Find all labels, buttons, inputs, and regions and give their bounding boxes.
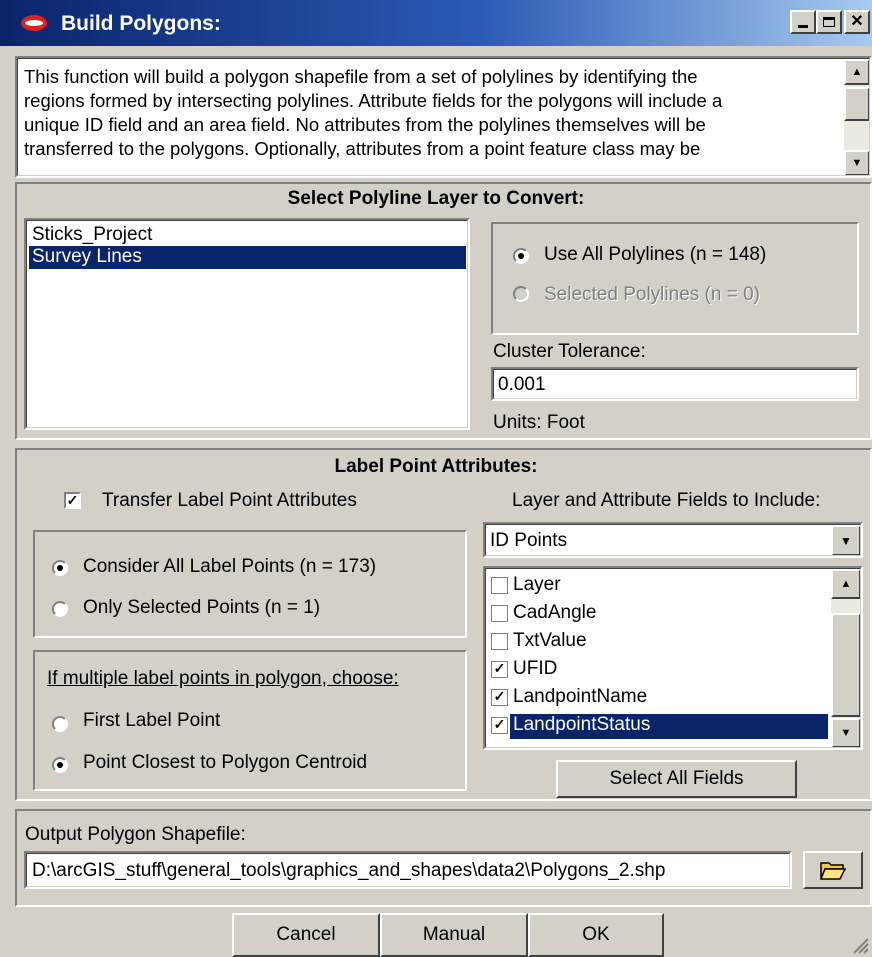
polyline-heading: Select Polyline Layer to Convert: bbox=[287, 188, 585, 209]
consider-all-label: Consider All Label Points (n = 173) bbox=[83, 556, 377, 577]
first-point-label: First Label Point bbox=[83, 710, 221, 731]
layer-list[interactable]: Sticks_Project Survey Lines bbox=[24, 218, 470, 430]
first-point-radio[interactable] bbox=[52, 716, 68, 732]
description-line: transferred to the polygons. Optionally,… bbox=[24, 138, 701, 159]
selected-polylines-radio bbox=[513, 286, 529, 302]
layer-select[interactable]: ID Points ▼ bbox=[483, 522, 863, 558]
fields-heading: Layer and Attribute Fields to Include: bbox=[512, 490, 821, 511]
close-button[interactable]: ✕ bbox=[844, 10, 870, 34]
field-label: Layer bbox=[513, 574, 561, 595]
tolerance-input[interactable]: 0.001 bbox=[491, 367, 859, 401]
field-label: LandpointName bbox=[513, 686, 648, 707]
maximize-button[interactable] bbox=[816, 10, 842, 34]
field-list[interactable]: Layer CadAngle TxtValue ✓ UFID ✓ Landpoi… bbox=[483, 566, 863, 750]
only-selected-radio[interactable] bbox=[52, 601, 68, 617]
selected-polylines-label: Selected Polylines (n = 0) bbox=[544, 284, 760, 305]
scroll-thumb[interactable] bbox=[831, 613, 860, 717]
minimize-icon bbox=[798, 24, 808, 28]
field-label: CadAngle bbox=[513, 602, 597, 623]
use-all-polylines-radio[interactable] bbox=[513, 248, 529, 264]
field-checkbox[interactable]: ✓ bbox=[491, 661, 508, 678]
output-path-value: D:\arcGIS_stuff\general_tools\graphics_a… bbox=[32, 860, 666, 881]
field-label: TxtValue bbox=[513, 630, 587, 651]
consider-all-radio[interactable] bbox=[52, 560, 68, 576]
layer-item-survey-lines[interactable]: Survey Lines bbox=[29, 246, 466, 269]
closest-point-radio[interactable] bbox=[52, 757, 68, 773]
label-point-heading: Label Point Attributes: bbox=[334, 456, 538, 477]
field-checkbox[interactable] bbox=[491, 605, 508, 622]
close-icon: ✕ bbox=[850, 13, 864, 30]
select-all-fields-button[interactable]: Select All Fields bbox=[556, 760, 797, 798]
units-label: Units: Foot bbox=[493, 412, 585, 433]
field-checkbox[interactable]: ✓ bbox=[491, 717, 508, 734]
layer-item-sticks-project[interactable]: Sticks_Project bbox=[32, 224, 152, 246]
output-label: Output Polygon Shapefile: bbox=[25, 824, 246, 845]
title-bar[interactable]: Build Polygons: ✕ bbox=[0, 0, 872, 46]
resize-grip-icon[interactable] bbox=[850, 935, 870, 955]
output-path-input[interactable]: D:\arcGIS_stuff\general_tools\graphics_a… bbox=[24, 851, 792, 889]
description-text: This function will build a polygon shape… bbox=[24, 65, 722, 161]
description-box[interactable]: This function will build a polygon shape… bbox=[15, 56, 872, 178]
field-label: UFID bbox=[513, 658, 558, 679]
app-icon bbox=[21, 15, 47, 31]
only-selected-label: Only Selected Points (n = 1) bbox=[83, 597, 321, 618]
cancel-button[interactable]: Cancel bbox=[232, 913, 380, 957]
transfer-attributes-checkbox[interactable]: ✓ bbox=[64, 492, 81, 509]
window-title: Build Polygons: bbox=[61, 12, 221, 35]
scroll-thumb[interactable] bbox=[844, 87, 869, 121]
ok-button[interactable]: OK bbox=[528, 913, 664, 957]
manual-button[interactable]: Manual bbox=[380, 913, 528, 957]
scroll-down-arrow[interactable]: ▼ bbox=[844, 150, 869, 175]
scroll-up-arrow[interactable]: ▲ bbox=[844, 59, 869, 85]
closest-point-label: Point Closest to Polygon Centroid bbox=[83, 752, 368, 773]
description-line: This function will build a polygon shape… bbox=[24, 66, 698, 87]
minimize-button[interactable] bbox=[790, 10, 816, 34]
field-checkbox[interactable] bbox=[491, 633, 508, 650]
scroll-down-arrow[interactable]: ▼ bbox=[831, 718, 860, 747]
use-all-polylines-label: Use All Polylines (n = 148) bbox=[544, 244, 767, 265]
chevron-down-icon[interactable]: ▼ bbox=[831, 525, 860, 555]
browse-button[interactable] bbox=[803, 851, 863, 889]
field-checkbox[interactable] bbox=[491, 577, 508, 594]
maximize-icon bbox=[823, 17, 835, 27]
description-line: unique ID field and an area field. No at… bbox=[24, 114, 706, 135]
tolerance-label: Cluster Tolerance: bbox=[493, 341, 646, 362]
field-checkbox[interactable]: ✓ bbox=[491, 689, 508, 706]
label-scope-group bbox=[33, 530, 467, 638]
multiple-heading: If multiple label points in polygon, cho… bbox=[47, 668, 399, 689]
layer-select-value: ID Points bbox=[490, 530, 568, 551]
scroll-up-arrow[interactable]: ▲ bbox=[831, 569, 860, 599]
open-folder-icon bbox=[819, 862, 847, 880]
description-line: regions formed by intersecting polylines… bbox=[24, 90, 723, 111]
transfer-attributes-label: Transfer Label Point Attributes bbox=[102, 490, 357, 511]
field-label-selected: LandpointStatus bbox=[510, 714, 828, 739]
tolerance-value: 0.001 bbox=[498, 374, 546, 395]
polyline-scope-group bbox=[491, 222, 859, 335]
